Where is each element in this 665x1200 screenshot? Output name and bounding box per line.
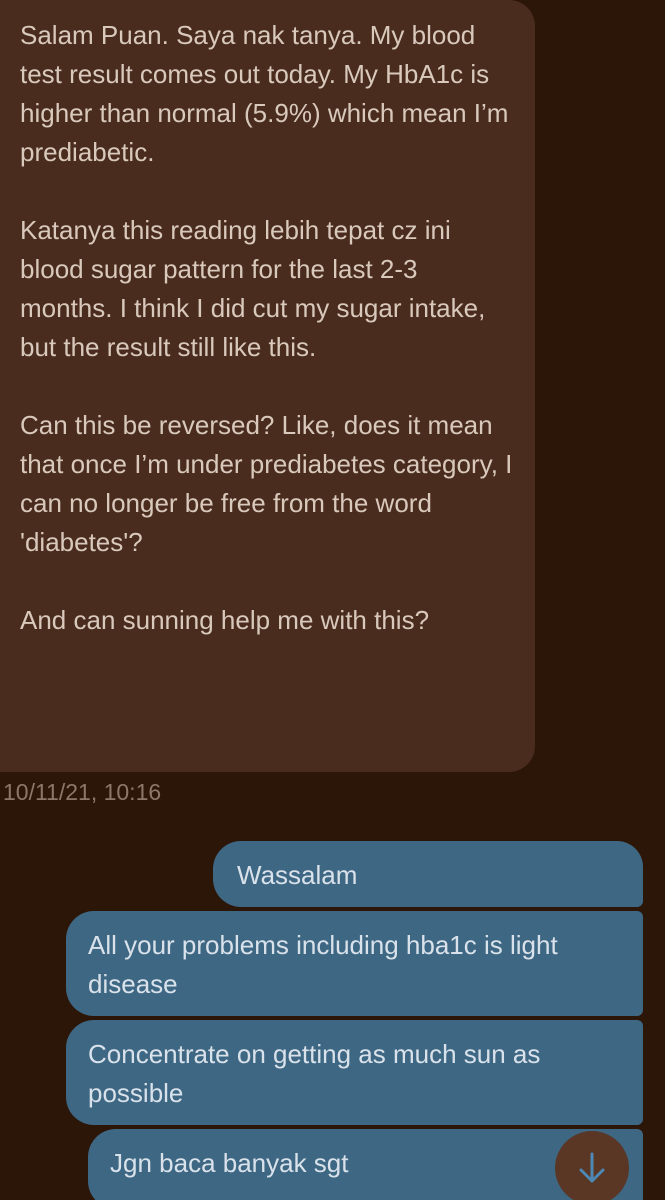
message-paragraph: Can this be reversed? Like, does it mean… <box>20 410 513 557</box>
outgoing-message-bubble[interactable]: Concentrate on getting as much sun as po… <box>66 1020 643 1125</box>
message-paragraph: And can sunning help me with this? <box>20 605 430 635</box>
message-paragraph: Salam Puan. Saya nak tanya. My blood tes… <box>20 20 509 167</box>
outgoing-message-bubble[interactable]: All your problems including hba1c is lig… <box>66 911 643 1016</box>
arrow-down-icon <box>579 1152 605 1183</box>
message-text: All your problems including hba1c is lig… <box>88 930 558 999</box>
outgoing-message-bubble[interactable]: Wassalam <box>213 841 643 907</box>
scroll-to-bottom-button[interactable] <box>555 1131 629 1200</box>
message-paragraph: Katanya this reading lebih tepat cz ini … <box>20 215 486 362</box>
message-text: Concentrate on getting as much sun as po… <box>88 1039 541 1108</box>
message-text: Wassalam <box>237 860 358 890</box>
chat-screen: Salam Puan. Saya nak tanya. My blood tes… <box>0 0 665 1200</box>
message-timestamp: 10/11/21, 10:16 <box>3 779 162 805</box>
incoming-message-bubble[interactable]: Salam Puan. Saya nak tanya. My blood tes… <box>0 0 535 772</box>
message-text: Jgn baca banyak sgt <box>110 1148 349 1178</box>
